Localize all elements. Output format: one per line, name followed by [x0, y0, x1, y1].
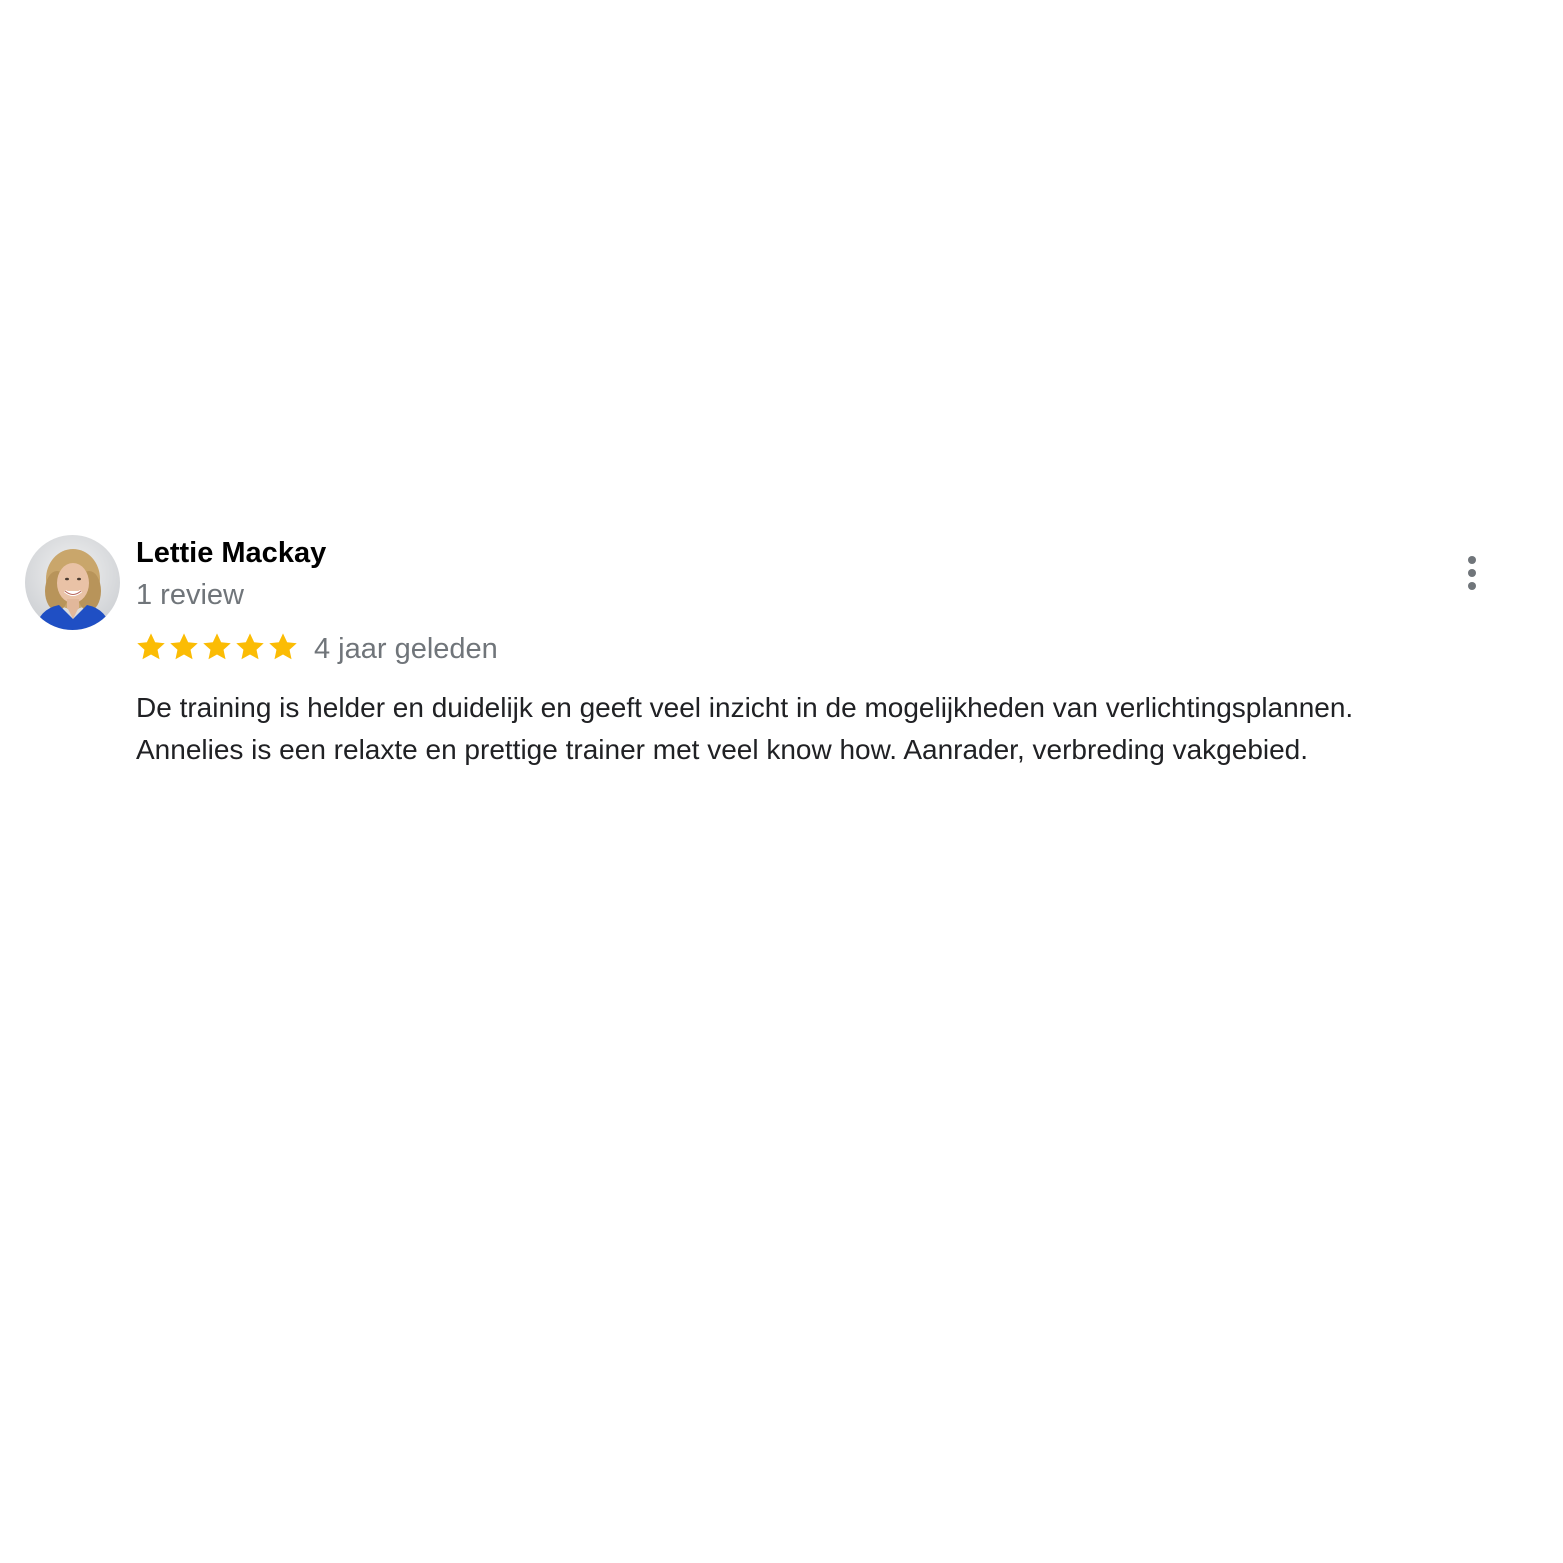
review-text-line: De training is helder en duidelijk en ge… — [136, 692, 1354, 723]
star-icon — [137, 633, 165, 660]
review-text: De training is helder en duidelijk en ge… — [136, 687, 1536, 771]
review-count[interactable]: 1 review — [136, 575, 244, 615]
review-card: Lettie Mackay 1 review 4 jaar geleden De… — [0, 0, 1563, 1563]
more-options-button[interactable] — [1452, 550, 1492, 596]
review-text-line: Annelies is een relaxte en prettige trai… — [136, 734, 1309, 765]
more-vert-icon — [1468, 554, 1476, 593]
star-icon — [236, 633, 264, 660]
avatar[interactable] — [25, 535, 120, 630]
review-date: 4 jaar geleden — [314, 633, 498, 665]
star-icon — [269, 633, 297, 660]
star-rating — [135, 629, 300, 665]
star-icon — [203, 633, 231, 660]
avatar-photo — [25, 535, 120, 630]
author-name[interactable]: Lettie Mackay — [136, 533, 326, 573]
star-icon — [170, 633, 198, 660]
